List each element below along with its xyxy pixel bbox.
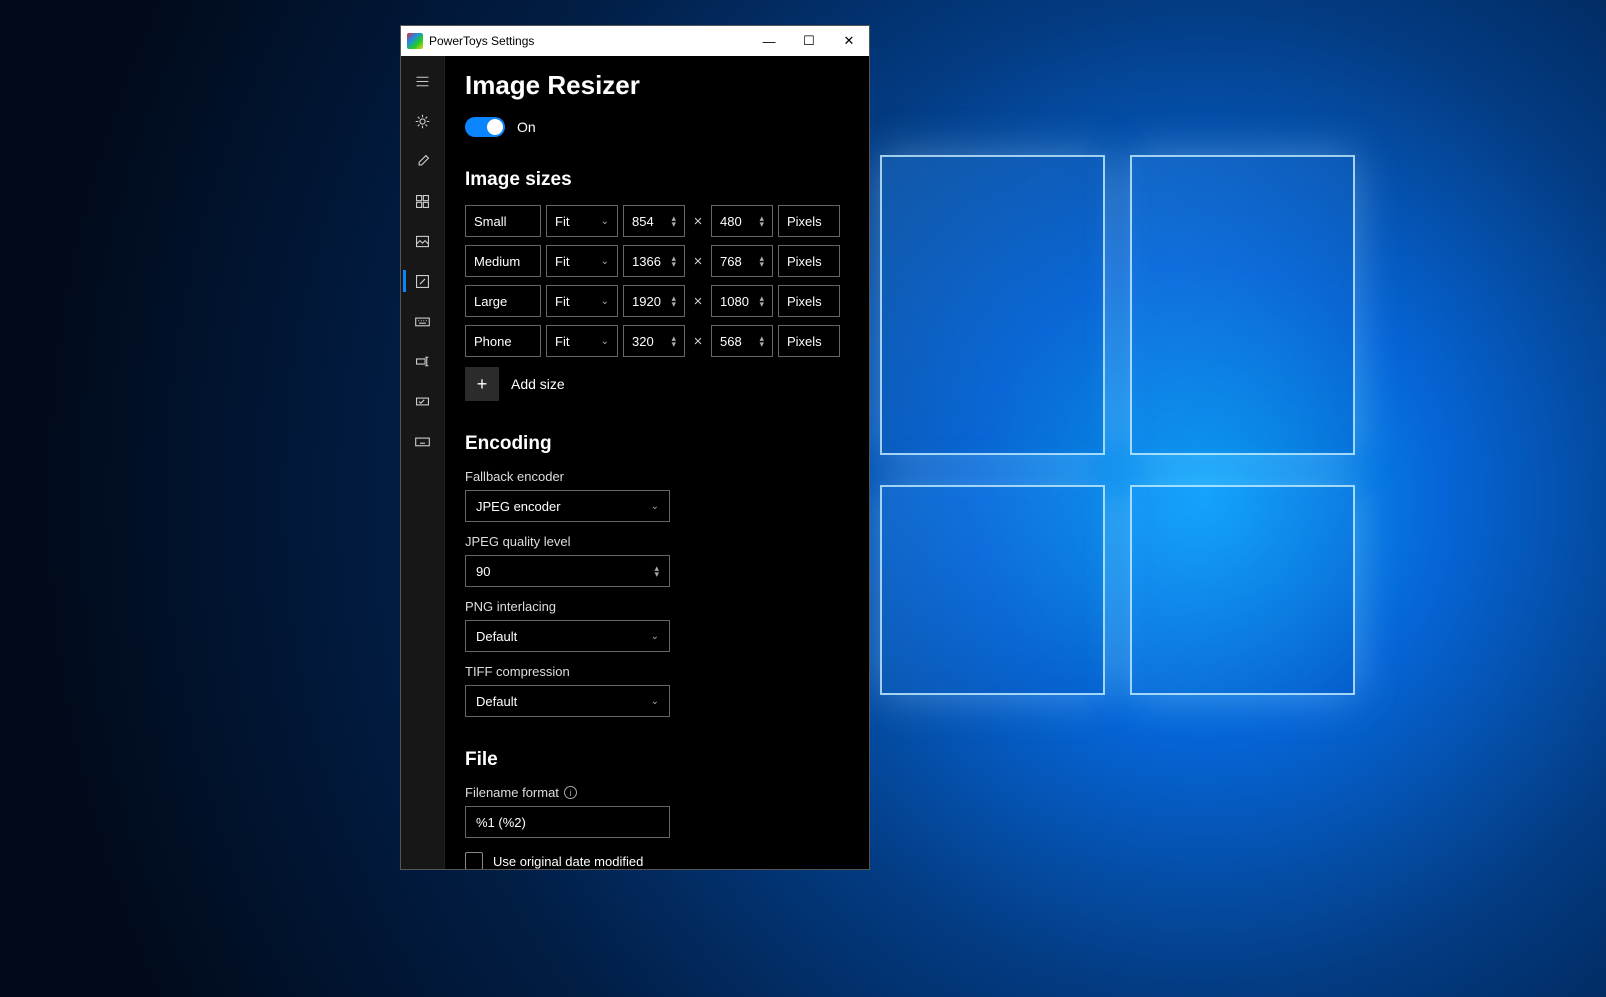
size-width-input[interactable]: 1920▴▾ bbox=[623, 285, 685, 317]
nav-general[interactable] bbox=[403, 102, 443, 140]
chevron-down-icon: ⌄ bbox=[651, 631, 659, 642]
rename-icon bbox=[414, 353, 431, 370]
menu-icon bbox=[414, 73, 431, 90]
png-interlacing-label: PNG interlacing bbox=[465, 599, 849, 614]
grid-icon bbox=[414, 193, 431, 210]
app-window: PowerToys Settings — ☐ ✕ bbox=[400, 25, 870, 870]
tiff-compression-label: TIFF compression bbox=[465, 664, 849, 679]
size-row-0: Small Fit⌄ 854▴▾ × 480▴▾ Pixels bbox=[465, 205, 849, 237]
fallback-encoder-label: Fallback encoder bbox=[465, 469, 849, 484]
nav-image-resizer[interactable] bbox=[403, 262, 443, 300]
chevron-down-icon: ⌄ bbox=[601, 216, 609, 227]
spinner-icon: ▴▾ bbox=[759, 215, 764, 227]
tiff-compression-select[interactable]: Default⌄ bbox=[465, 685, 670, 717]
maximize-button[interactable]: ☐ bbox=[789, 26, 829, 56]
keyboard-icon bbox=[414, 313, 431, 330]
eyedropper-icon bbox=[414, 153, 431, 170]
enable-toggle[interactable] bbox=[465, 117, 505, 137]
run-icon bbox=[414, 393, 431, 410]
use-original-date-checkbox[interactable] bbox=[465, 852, 483, 869]
keyboard-icon bbox=[414, 433, 431, 450]
spinner-icon: ▴▾ bbox=[759, 255, 764, 267]
filename-format-input[interactable]: %1 (%2) bbox=[465, 806, 670, 838]
size-unit-select[interactable]: Pixels bbox=[778, 285, 840, 317]
nav-shortcut-guide[interactable] bbox=[403, 422, 443, 460]
size-row-3: Phone Fit⌄ 320▴▾ × 568▴▾ Pixels bbox=[465, 325, 849, 357]
size-fit-select[interactable]: Fit⌄ bbox=[546, 205, 618, 237]
spinner-icon: ▴▾ bbox=[671, 215, 676, 227]
spinner-icon: ▴▾ bbox=[671, 295, 676, 307]
use-original-date-label: Use original date modified bbox=[493, 854, 643, 869]
size-fit-select[interactable]: Fit⌄ bbox=[546, 325, 618, 357]
chevron-down-icon: ⌄ bbox=[651, 501, 659, 512]
size-height-input[interactable]: 568▴▾ bbox=[711, 325, 773, 357]
chevron-down-icon: ⌄ bbox=[601, 336, 609, 347]
size-width-input[interactable]: 1366▴▾ bbox=[623, 245, 685, 277]
size-height-input[interactable]: 768▴▾ bbox=[711, 245, 773, 277]
size-row-2: Large Fit⌄ 1920▴▾ × 1080▴▾ Pixels bbox=[465, 285, 849, 317]
filename-format-label: Filename format i bbox=[465, 785, 849, 800]
use-original-date-row: Use original date modified bbox=[465, 852, 849, 869]
size-fit-select[interactable]: Fit⌄ bbox=[546, 245, 618, 277]
size-height-input[interactable]: 480▴▾ bbox=[711, 205, 773, 237]
spinner-icon: ▴▾ bbox=[671, 335, 676, 347]
app-icon bbox=[407, 33, 423, 49]
size-width-input[interactable]: 854▴▾ bbox=[623, 205, 685, 237]
file-heading: File bbox=[465, 749, 849, 771]
size-name-input[interactable]: Small bbox=[465, 205, 541, 237]
encoding-heading: Encoding bbox=[465, 433, 849, 455]
titlebar: PowerToys Settings — ☐ ✕ bbox=[401, 26, 869, 56]
image-icon bbox=[414, 233, 431, 250]
times-icon: × bbox=[690, 253, 706, 270]
plus-icon: + bbox=[465, 367, 499, 401]
spinner-icon: ▴▾ bbox=[654, 565, 659, 577]
chevron-down-icon: ⌄ bbox=[601, 296, 609, 307]
chevron-down-icon: ⌄ bbox=[601, 256, 609, 267]
times-icon: × bbox=[690, 333, 706, 350]
spinner-icon: ▴▾ bbox=[759, 335, 764, 347]
nav-file-explorer[interactable] bbox=[403, 222, 443, 260]
size-name-input[interactable]: Medium bbox=[465, 245, 541, 277]
window-title: PowerToys Settings bbox=[429, 34, 749, 48]
fallback-encoder-select[interactable]: JPEG encoder⌄ bbox=[465, 490, 670, 522]
minimize-button[interactable]: — bbox=[749, 26, 789, 56]
hamburger-button[interactable] bbox=[403, 62, 443, 100]
nav-fancyzones[interactable] bbox=[403, 182, 443, 220]
nav-keyboard-manager[interactable] bbox=[403, 302, 443, 340]
add-size-label: Add size bbox=[511, 376, 565, 392]
size-name-input[interactable]: Phone bbox=[465, 325, 541, 357]
times-icon: × bbox=[690, 213, 706, 230]
content-area[interactable]: Image Resizer On Image sizes Small Fit⌄ … bbox=[445, 56, 869, 869]
size-unit-select[interactable]: Pixels bbox=[778, 205, 840, 237]
size-unit-select[interactable]: Pixels bbox=[778, 245, 840, 277]
size-fit-select[interactable]: Fit⌄ bbox=[546, 285, 618, 317]
png-interlacing-select[interactable]: Default⌄ bbox=[465, 620, 670, 652]
spinner-icon: ▴▾ bbox=[759, 295, 764, 307]
nav-power-rename[interactable] bbox=[403, 342, 443, 380]
nav-color-picker[interactable] bbox=[403, 142, 443, 180]
enable-toggle-label: On bbox=[517, 119, 536, 135]
size-unit-select[interactable]: Pixels bbox=[778, 325, 840, 357]
size-height-input[interactable]: 1080▴▾ bbox=[711, 285, 773, 317]
times-icon: × bbox=[690, 293, 706, 310]
nav-run[interactable] bbox=[403, 382, 443, 420]
jpeg-quality-label: JPEG quality level bbox=[465, 534, 849, 549]
sidebar bbox=[401, 56, 445, 869]
size-width-input[interactable]: 320▴▾ bbox=[623, 325, 685, 357]
image-sizes-heading: Image sizes bbox=[465, 169, 849, 191]
size-name-input[interactable]: Large bbox=[465, 285, 541, 317]
close-button[interactable]: ✕ bbox=[829, 26, 869, 56]
add-size-button[interactable]: + Add size bbox=[465, 367, 849, 401]
resize-icon bbox=[414, 273, 431, 290]
enable-toggle-row: On bbox=[465, 117, 849, 137]
chevron-down-icon: ⌄ bbox=[651, 696, 659, 707]
info-icon[interactable]: i bbox=[564, 786, 577, 799]
spinner-icon: ▴▾ bbox=[671, 255, 676, 267]
size-row-1: Medium Fit⌄ 1366▴▾ × 768▴▾ Pixels bbox=[465, 245, 849, 277]
page-title: Image Resizer bbox=[465, 70, 849, 101]
gear-icon bbox=[414, 113, 431, 130]
jpeg-quality-input[interactable]: 90▴▾ bbox=[465, 555, 670, 587]
